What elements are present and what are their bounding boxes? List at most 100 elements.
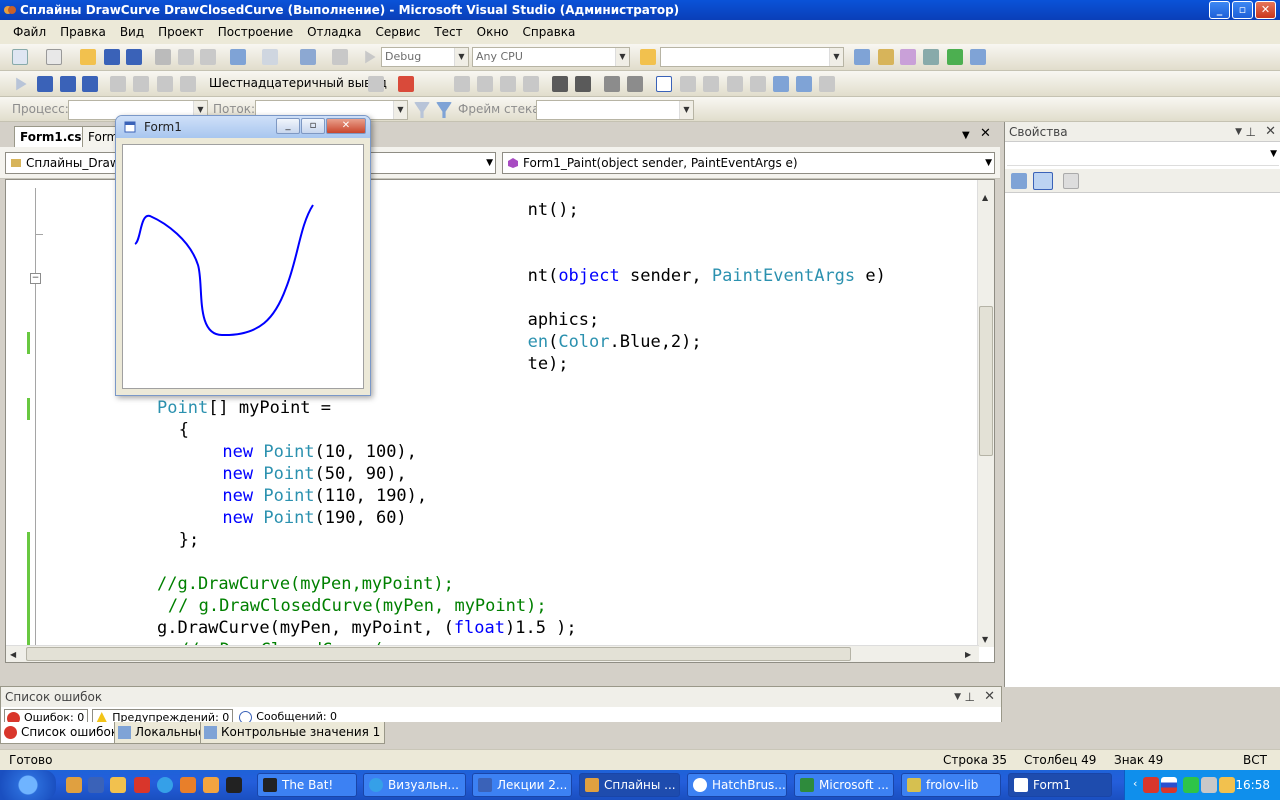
- menu-project[interactable]: Проект: [151, 25, 211, 39]
- menu-build[interactable]: Построение: [211, 25, 300, 39]
- form1-window[interactable]: Form1 _ ▫ ✕: [115, 115, 371, 396]
- prev-bookmark-icon[interactable]: [477, 76, 493, 92]
- task-visual[interactable]: Визуальн...: [363, 773, 466, 797]
- break-all-icon[interactable]: [37, 76, 53, 92]
- add-item-icon[interactable]: [46, 49, 62, 65]
- tab-list-icon[interactable]: ▼: [962, 130, 970, 141]
- horizontal-scroll-thumb[interactable]: [26, 647, 851, 661]
- task-splines[interactable]: Сплайны ...: [579, 773, 680, 797]
- platform-select[interactable]: Any CPU ▼: [472, 47, 630, 67]
- tab-error-list[interactable]: Список ошибок: [0, 722, 124, 744]
- menu-test[interactable]: Тест: [427, 25, 469, 39]
- quicklaunch-icon[interactable]: [226, 777, 242, 793]
- form1-maximize-button[interactable]: ▫: [301, 118, 325, 134]
- comment-icon[interactable]: [604, 76, 620, 92]
- cut-icon[interactable]: [155, 49, 171, 65]
- breakpoints-icon[interactable]: [368, 76, 384, 92]
- indent-icon[interactable]: [575, 76, 591, 92]
- step-into-icon[interactable]: [133, 76, 149, 92]
- undo-icon[interactable]: [230, 49, 246, 65]
- show-next-statement-icon[interactable]: [110, 76, 126, 92]
- bookmark-toggle-icon[interactable]: [796, 76, 812, 92]
- quicklaunch-icon[interactable]: [203, 777, 219, 793]
- collapse-icon[interactable]: −: [30, 273, 41, 284]
- save-icon[interactable]: [104, 49, 120, 65]
- prev-doc-bookmark-icon[interactable]: [727, 76, 743, 92]
- command-window-icon[interactable]: [970, 49, 986, 65]
- menu-file[interactable]: Файл: [6, 25, 53, 39]
- paste-icon[interactable]: [200, 49, 216, 65]
- toggle-bookmark-icon[interactable]: [454, 76, 470, 92]
- menu-edit[interactable]: Правка: [53, 25, 113, 39]
- volume-icon[interactable]: [1201, 777, 1217, 793]
- tray-expand-icon[interactable]: ‹: [1133, 777, 1137, 790]
- navigate-back-icon[interactable]: [300, 49, 316, 65]
- alphabetical-icon[interactable]: [1033, 172, 1053, 190]
- start-button[interactable]: [0, 770, 56, 800]
- navigate-forward-icon[interactable]: [332, 49, 348, 65]
- find-in-files-icon[interactable]: [640, 49, 656, 65]
- member-select[interactable]: Form1_Paint(object sender, PaintEventArg…: [502, 152, 995, 174]
- form1-minimize-button[interactable]: _: [276, 118, 300, 134]
- scroll-left-icon[interactable]: ◀: [10, 650, 16, 659]
- pin-icon[interactable]: ⊥: [965, 687, 975, 707]
- quicklaunch-icon[interactable]: [66, 777, 82, 793]
- text-size-icon[interactable]: [523, 76, 539, 92]
- task-form1[interactable]: Form1: [1008, 773, 1112, 797]
- panel-menu-icon[interactable]: ▼: [1235, 122, 1242, 142]
- panel-menu-icon[interactable]: ▼: [954, 687, 961, 707]
- antivirus-icon[interactable]: [1143, 777, 1159, 793]
- next-doc-bookmark-icon[interactable]: [750, 76, 766, 92]
- bookmark-clear-icon[interactable]: [819, 76, 835, 92]
- start-icon[interactable]: [365, 50, 376, 64]
- close-panel-icon[interactable]: ✕: [984, 687, 995, 707]
- horizontal-scrollbar[interactable]: ◀ ▶: [6, 645, 979, 662]
- task-lectures[interactable]: Лекции 2...: [472, 773, 572, 797]
- task-hatchbrush[interactable]: HatchBrus...: [687, 773, 787, 797]
- task-the-bat[interactable]: The Bat!: [257, 773, 357, 797]
- prev-bookmark-folder-icon[interactable]: [680, 76, 696, 92]
- clear-bookmarks-icon[interactable]: [773, 76, 789, 92]
- debug-windows-icon[interactable]: [398, 76, 414, 92]
- stop-debugging-icon[interactable]: [60, 76, 76, 92]
- hex-display-toggle[interactable]: Шестнадцатеричный вывод: [209, 76, 387, 90]
- quicklaunch-icon[interactable]: [110, 777, 126, 793]
- save-all-icon[interactable]: [126, 49, 142, 65]
- next-bookmark-folder-icon[interactable]: [703, 76, 719, 92]
- step-over-icon[interactable]: [157, 76, 173, 92]
- tab-watch-1[interactable]: Контрольные значения 1: [200, 722, 386, 744]
- property-pages-icon[interactable]: [1063, 173, 1079, 189]
- find-combo[interactable]: ▼: [660, 47, 844, 67]
- task-microsoft[interactable]: Microsoft ...: [794, 773, 894, 797]
- close-button[interactable]: ✕: [1255, 1, 1276, 19]
- stack-frame-select[interactable]: ▼: [536, 100, 694, 120]
- start-page-icon[interactable]: [947, 49, 963, 65]
- minimize-button[interactable]: _: [1209, 1, 1230, 19]
- copy-icon[interactable]: [178, 49, 194, 65]
- filter-icon[interactable]: [414, 102, 430, 118]
- redo-icon[interactable]: [262, 49, 278, 65]
- quicklaunch-icon[interactable]: [180, 777, 196, 793]
- task-frolov-lib[interactable]: frolov-lib: [901, 773, 1001, 797]
- quicklaunch-icon[interactable]: [134, 777, 150, 793]
- tray-icon[interactable]: [1219, 777, 1235, 793]
- menu-view[interactable]: Вид: [113, 25, 151, 39]
- object-select[interactable]: ▼: [1007, 146, 1279, 166]
- scroll-right-icon[interactable]: ▶: [965, 650, 971, 659]
- menu-tools[interactable]: Сервис: [368, 25, 427, 39]
- scroll-up-icon[interactable]: ▲: [982, 193, 988, 202]
- toolbox-icon[interactable]: [923, 49, 939, 65]
- open-folder-icon[interactable]: [80, 49, 96, 65]
- close-document-icon[interactable]: ✕: [980, 126, 991, 141]
- scroll-down-icon[interactable]: ▼: [982, 635, 988, 644]
- pin-icon[interactable]: ⊥: [1246, 122, 1256, 142]
- uncomment-icon[interactable]: [627, 76, 643, 92]
- vertical-scroll-thumb[interactable]: [979, 306, 993, 456]
- tab-locals[interactable]: Локальные: [114, 722, 211, 744]
- menu-help[interactable]: Справка: [516, 25, 583, 39]
- step-out-icon[interactable]: [180, 76, 196, 92]
- close-panel-icon[interactable]: ✕: [1265, 122, 1276, 142]
- menu-window[interactable]: Окно: [470, 25, 516, 39]
- language-icon[interactable]: [1161, 777, 1177, 793]
- form1-title-bar[interactable]: Form1 _ ▫ ✕: [116, 116, 370, 138]
